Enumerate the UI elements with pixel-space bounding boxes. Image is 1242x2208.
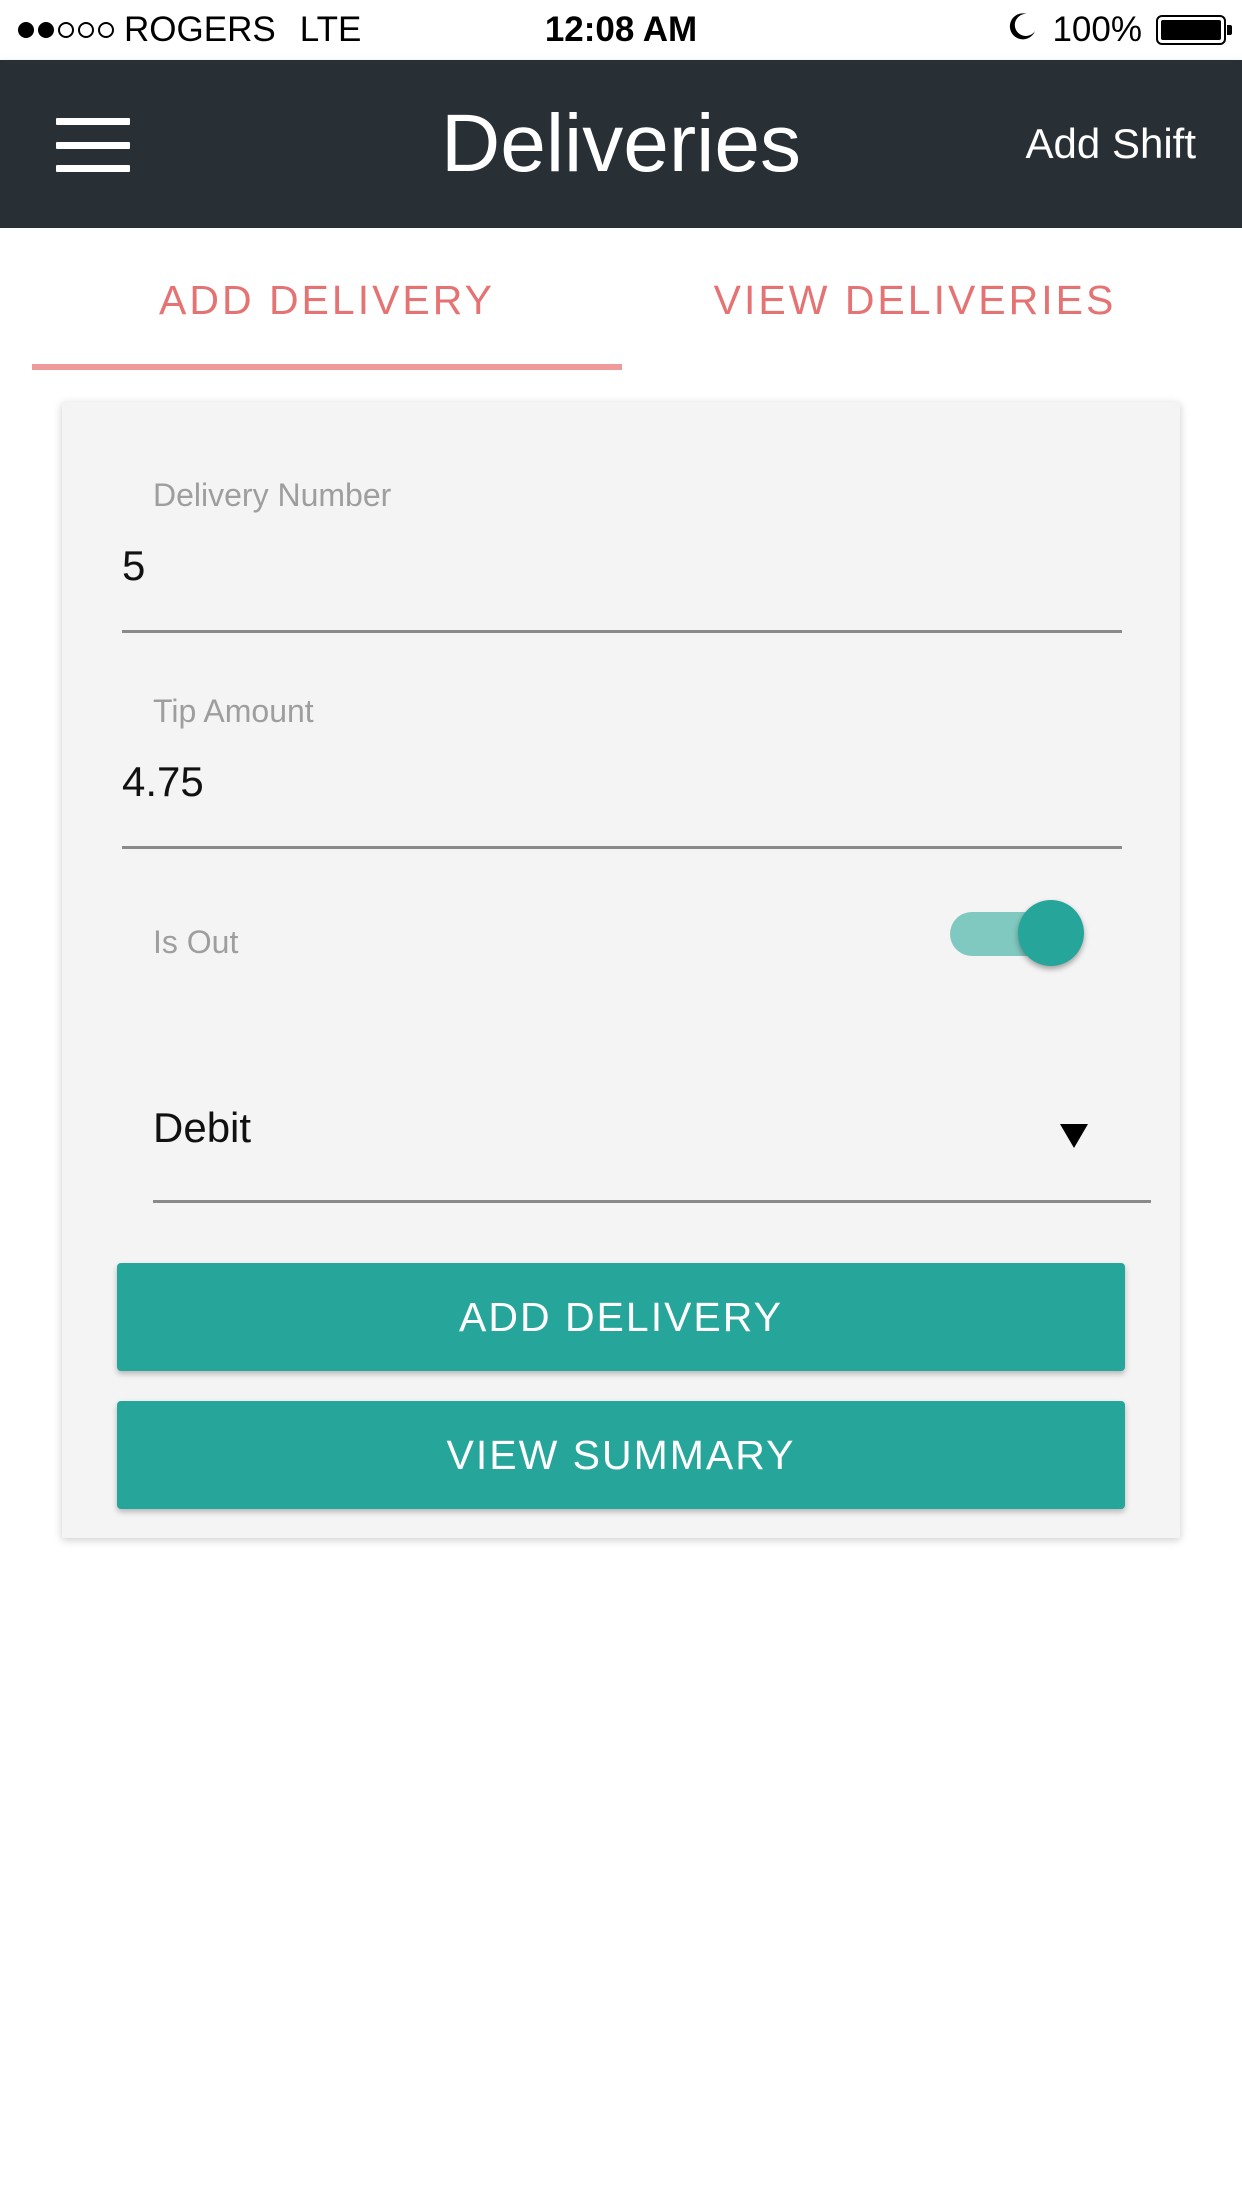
is-out-toggle[interactable] bbox=[950, 898, 1090, 970]
tab-bar: ADD DELIVERY VIEW DELIVERIES bbox=[0, 228, 1242, 372]
is-out-label: Is Out bbox=[153, 924, 239, 960]
moon-icon bbox=[1008, 10, 1038, 50]
add-delivery-button[interactable]: ADD DELIVERY bbox=[117, 1263, 1125, 1371]
delivery-number-input[interactable]: 5 bbox=[122, 542, 145, 590]
tab-selected-indicator bbox=[32, 364, 622, 370]
tip-amount-input[interactable]: 4.75 bbox=[122, 758, 204, 806]
tip-amount-label: Tip Amount bbox=[153, 693, 314, 729]
app-bar: Deliveries Add Shift bbox=[0, 60, 1242, 228]
view-summary-button[interactable]: VIEW SUMMARY bbox=[117, 1401, 1125, 1509]
tab-view-deliveries[interactable]: VIEW DELIVERIES bbox=[620, 228, 1210, 372]
tab-add-delivery[interactable]: ADD DELIVERY bbox=[32, 228, 622, 372]
dropdown-arrow-icon[interactable] bbox=[1060, 1124, 1088, 1148]
status-right: 100% bbox=[1008, 0, 1232, 60]
delivery-number-label: Delivery Number bbox=[153, 477, 392, 513]
payment-type-underline bbox=[153, 1200, 1151, 1203]
hamburger-menu-icon[interactable] bbox=[56, 118, 130, 172]
add-shift-button[interactable]: Add Shift bbox=[1026, 60, 1196, 228]
battery-percent: 100% bbox=[1052, 10, 1142, 49]
toggle-thumb bbox=[1018, 900, 1084, 966]
add-delivery-form: Delivery Number 5 Tip Amount 4.75 Is Out… bbox=[62, 402, 1180, 1538]
battery-icon bbox=[1156, 15, 1232, 45]
delivery-number-underline bbox=[122, 630, 1122, 633]
payment-type-select[interactable]: Debit bbox=[153, 1104, 251, 1152]
tip-amount-underline bbox=[122, 846, 1122, 849]
status-bar: ROGERS LTE 12:08 AM 100% bbox=[0, 0, 1242, 60]
